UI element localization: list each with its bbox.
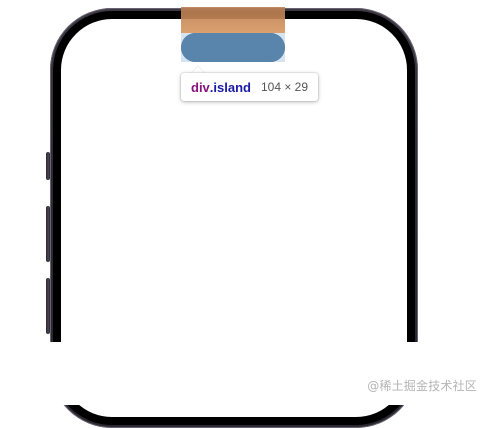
tooltip-dimensions: 104 × 29 xyxy=(260,80,309,94)
crop-area xyxy=(0,342,485,405)
island-margin-highlight xyxy=(181,7,285,33)
tooltip-tag-name: div xyxy=(191,79,210,95)
tooltip-class-name: .island xyxy=(209,79,251,95)
devtools-element-tooltip: div .island 104 × 29 xyxy=(181,73,319,101)
island-content-highlight xyxy=(181,33,285,62)
watermark: @稀土掘金技术社区 xyxy=(367,379,477,393)
